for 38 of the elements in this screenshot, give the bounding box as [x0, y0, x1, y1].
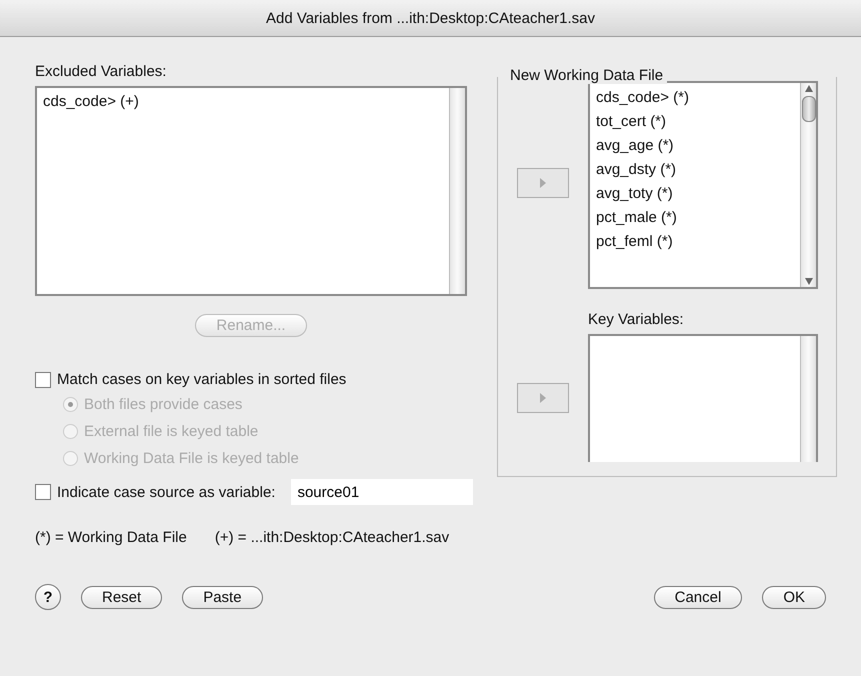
right-arrow-icon [540, 178, 546, 188]
radio-label: External file is keyed table [84, 423, 258, 440]
list-item[interactable]: pct_male (*) [596, 207, 794, 229]
window-title: Add Variables from ...ith:Desktop:CAteacher1.sav [266, 10, 596, 26]
right-arrow-icon [540, 393, 546, 403]
scrollbar[interactable] [800, 83, 816, 287]
list-item[interactable]: avg_age (*) [596, 135, 794, 157]
dialog-button[interactable]: Reset [81, 586, 162, 608]
list-item[interactable]: avg_dsty (*) [596, 159, 794, 181]
excluded-variables-list[interactable]: cds_code> (+) [35, 86, 467, 296]
move-button[interactable] [517, 383, 569, 413]
legend-text: (*) = Working Data File [35, 529, 187, 546]
list-item[interactable]: cds_code> (*) [596, 87, 794, 109]
dialog-button[interactable]: Cancel [654, 586, 742, 608]
dialog-button[interactable]: Paste [182, 586, 263, 608]
key-variables-list[interactable] [588, 334, 818, 462]
list-item[interactable]: tot_cert (*) [596, 111, 794, 133]
move-button[interactable] [517, 168, 569, 198]
scrollbar[interactable] [449, 88, 465, 294]
scrollbar[interactable] [800, 336, 816, 462]
help-button[interactable]: ? [35, 584, 61, 610]
dialog-button[interactable]: OK [762, 586, 826, 608]
radio-label: Both files provide cases [84, 396, 242, 413]
list-item[interactable]: pct_feml (*) [596, 231, 794, 253]
scroll-thumb[interactable] [802, 96, 816, 122]
list-label: Excluded Variables: [35, 63, 168, 80]
checkbox-label: Indicate case source as variable: [57, 484, 276, 500]
legend-text: (+) = ...ith:Desktop:CAteacher1.sav [214, 529, 450, 546]
list-item[interactable]: avg_toty (*) [596, 183, 794, 205]
up-arrow-icon[interactable] [804, 85, 812, 92]
list-label: Key Variables: [588, 311, 685, 328]
radio-label: Working Data File is keyed table [84, 450, 299, 467]
checkbox-label: Match cases on key variables in sorted files [57, 371, 346, 388]
checkbox[interactable] [35, 484, 51, 500]
input-field[interactable]: source01 [291, 479, 474, 505]
down-arrow-icon[interactable] [804, 278, 812, 285]
checkbox[interactable] [35, 372, 51, 388]
list-item[interactable]: cds_code> (+) [43, 92, 443, 112]
